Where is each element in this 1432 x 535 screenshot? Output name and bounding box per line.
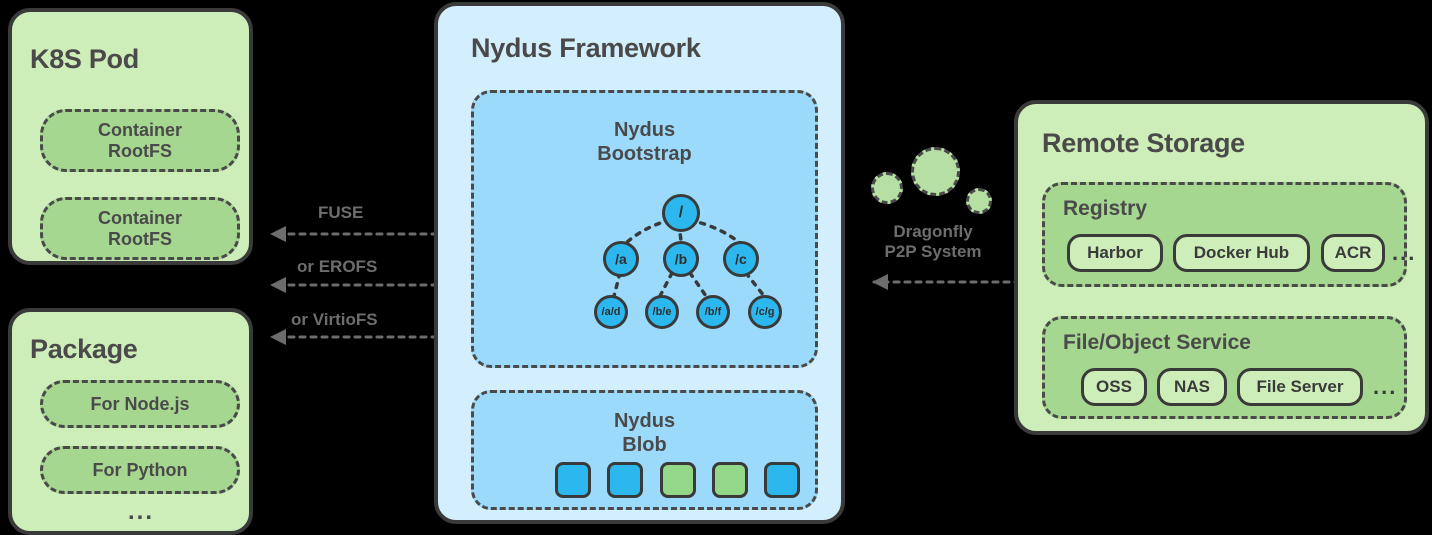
blob-chunk-1: [555, 462, 591, 498]
nydus-framework-title: Nydus Framework: [471, 33, 701, 63]
virtiofs-arrow-label: or VirtioFS: [291, 310, 378, 329]
tree-node-b: /b: [663, 241, 699, 277]
architecture-diagram: K8S Pod Container RootFS Container RootF…: [0, 0, 1432, 535]
file-object-service-group: File/Object Service OSS NAS File Server …: [1042, 316, 1407, 419]
nydus-framework-panel: Nydus Framework Nydus Bootstrap / /a /b …: [434, 2, 845, 524]
file-object-ellipsis: ...: [1373, 374, 1398, 399]
blob-chunk-2: [607, 462, 643, 498]
file-object-chip-file-server[interactable]: File Server: [1237, 368, 1363, 406]
fuse-arrow: [270, 226, 450, 242]
tree-node-b-f: /b/f: [696, 295, 730, 329]
tree-node-a-d: /a/d: [594, 295, 628, 329]
package-item-python: For Python: [40, 446, 240, 494]
blob-chunk-4: [712, 462, 748, 498]
file-object-chip-oss[interactable]: OSS: [1081, 368, 1147, 406]
blob-chunk-5: [764, 462, 800, 498]
registry-chip-acr[interactable]: ACR: [1321, 234, 1385, 272]
remote-storage-panel: Remote Storage Registry Harbor Docker Hu…: [1014, 100, 1429, 435]
registry-group: Registry Harbor Docker Hub ACR ...: [1042, 182, 1414, 287]
remote-storage-title: Remote Storage: [1042, 128, 1245, 158]
registry-chip-harbor[interactable]: Harbor: [1067, 234, 1163, 272]
tree-node-c-g: /c/g: [748, 295, 782, 329]
dragonfly-bubble-small-left: [871, 172, 903, 204]
file-object-service-title: File/Object Service: [1063, 331, 1251, 354]
dragonfly-arrow: [872, 274, 1022, 290]
tree-node-a: /a: [603, 241, 639, 277]
tree-node-root: /: [662, 194, 700, 232]
registry-chip-docker-hub[interactable]: Docker Hub: [1173, 234, 1310, 272]
nydus-bootstrap-title: Nydus Bootstrap: [597, 119, 692, 165]
package-item-nodejs: For Node.js: [40, 380, 240, 428]
k8s-pod-panel: K8S Pod Container RootFS Container RootF…: [8, 8, 253, 265]
tree-node-c: /c: [723, 241, 759, 277]
tree-node-b-e: /b/e: [645, 295, 679, 329]
nydus-blob-box: Nydus Blob: [471, 390, 818, 510]
package-ellipsis: ...: [128, 498, 155, 525]
dragonfly-p2p-label: Dragonfly P2P System: [884, 222, 982, 261]
dragonfly-bubble-small-right: [966, 188, 992, 214]
container-rootfs-1: Container RootFS: [40, 109, 240, 172]
blob-chunk-3: [660, 462, 696, 498]
dragonfly-bubble-large: [911, 147, 960, 196]
fuse-arrow-label: FUSE: [318, 203, 364, 222]
container-rootfs-2: Container RootFS: [40, 197, 240, 260]
registry-title: Registry: [1063, 197, 1148, 220]
registry-ellipsis: ...: [1392, 240, 1417, 265]
file-object-chip-nas[interactable]: NAS: [1157, 368, 1227, 406]
erofs-arrow-label: or EROFS: [297, 257, 378, 276]
nydus-blob-title: Nydus Blob: [613, 410, 676, 456]
package-panel: Package For Node.js For Python ...: [8, 308, 253, 535]
package-title: Package: [30, 334, 138, 364]
nydus-bootstrap-box: Nydus Bootstrap / /a /b /c /a/d /b/e /b/…: [471, 90, 818, 368]
k8s-pod-title: K8S Pod: [30, 44, 139, 74]
